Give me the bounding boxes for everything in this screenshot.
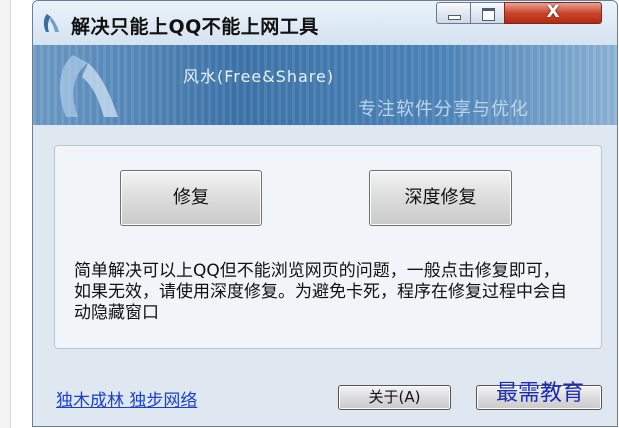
window-title: 解决只能上QQ不能上网工具 — [71, 16, 319, 38]
about-button[interactable]: 关于(A) — [338, 385, 451, 410]
banner-logo-icon — [59, 55, 118, 117]
background-rail — [0, 0, 11, 428]
close-icon: X — [546, 2, 560, 22]
description-text: 简单解决可以上QQ但不能浏览网页的问题，一般点击修复即可，如果无效，请使用深度修… — [74, 261, 567, 323]
title-bar[interactable]: 解决只能上QQ不能上网工具 X — [33, 1, 617, 45]
author-link[interactable]: 独木成林 独步网络 — [56, 386, 197, 411]
deep-repair-button[interactable]: 深度修复 — [369, 170, 512, 226]
main-panel: 修复 深度修复 简单解决可以上QQ但不能浏览网页的问题，一般点击修复即可，如果无… — [54, 145, 602, 349]
repair-button[interactable]: 修复 — [120, 170, 262, 226]
app-window: 解决只能上QQ不能上网工具 X 风水(Free&Share) 专注软件分享与优化… — [32, 0, 618, 427]
app-logo-icon — [43, 14, 59, 32]
banner-slogan: 专注软件分享与优化 — [358, 99, 529, 120]
close-button[interactable]: X — [504, 2, 602, 24]
banner-brand: 风水(Free&Share) — [183, 67, 335, 86]
minimize-button[interactable] — [436, 2, 471, 24]
maximize-button[interactable] — [470, 2, 505, 24]
watermark-text: 最需教育 — [496, 381, 585, 406]
banner: 风水(Free&Share) 专注软件分享与优化 — [33, 45, 617, 125]
